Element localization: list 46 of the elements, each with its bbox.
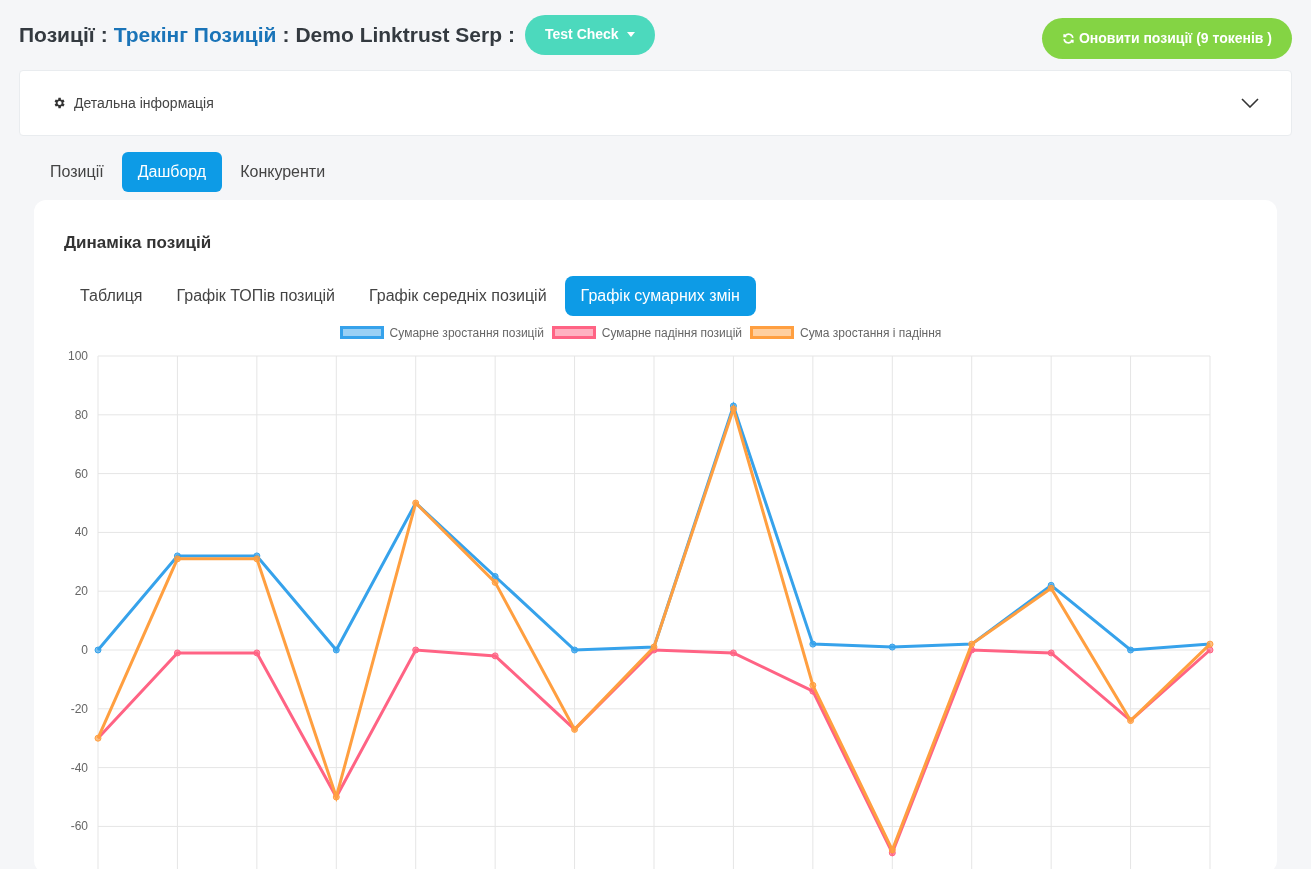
y-axis-label: -20 [70, 701, 88, 716]
data-point [412, 646, 420, 653]
data-point [571, 725, 579, 733]
details-label: Детальна інформація [74, 93, 214, 113]
project-title: Demo Linktrust Serp [295, 21, 502, 48]
data-point [253, 648, 261, 656]
data-point [809, 640, 817, 648]
refresh-icon [1061, 32, 1075, 45]
data-point [1127, 716, 1135, 724]
data-point [332, 646, 340, 653]
breadcrumb-separator: : [508, 21, 515, 48]
settings-icon [52, 96, 66, 110]
y-axis-label: -40 [70, 760, 88, 775]
y-axis-label: 60 [74, 466, 88, 481]
legend-label: Сума зростання і падіння [800, 324, 942, 342]
data-point [1047, 648, 1055, 656]
breadcrumb-text: Позиції [19, 21, 95, 48]
data-point [491, 651, 499, 659]
breadcrumb-link[interactable]: Трекінг Позицій [113, 18, 277, 51]
y-axis-label: 40 [74, 524, 88, 539]
data-point [571, 646, 579, 653]
tab[interactable]: Позиції [34, 152, 120, 192]
y-axis-label: 100 [67, 348, 88, 363]
chart-tab[interactable]: Графік ТОПів позицій [160, 275, 352, 316]
data-point [332, 793, 340, 800]
details-panel[interactable]: Детальна інформація [19, 70, 1292, 136]
chart-tab[interactable]: Графік середніх позицій [353, 275, 563, 316]
caret-icon [626, 32, 635, 37]
legend-label: Сумарне падіння позицій [601, 324, 742, 342]
legend-label: Сумарне зростання позицій [389, 324, 544, 342]
y-axis-label: -60 [70, 818, 88, 833]
chart-tab[interactable]: Таблиця [64, 275, 159, 316]
y-axis-label: 0 [81, 642, 88, 657]
data-point [94, 646, 102, 653]
y-axis-label: 80 [74, 407, 88, 422]
data-point [173, 648, 181, 656]
tab[interactable]: Конкуренти [224, 152, 342, 192]
data-point [94, 734, 102, 742]
y-axis-label: 20 [74, 583, 88, 598]
breadcrumb-separator: : [100, 21, 108, 48]
panel-title: Динаміка позицій [64, 232, 213, 254]
data-point [888, 643, 896, 651]
breadcrumb-separator: : [282, 21, 290, 48]
data-point [412, 499, 420, 506]
data-point [729, 648, 737, 656]
data-point [1127, 646, 1135, 653]
